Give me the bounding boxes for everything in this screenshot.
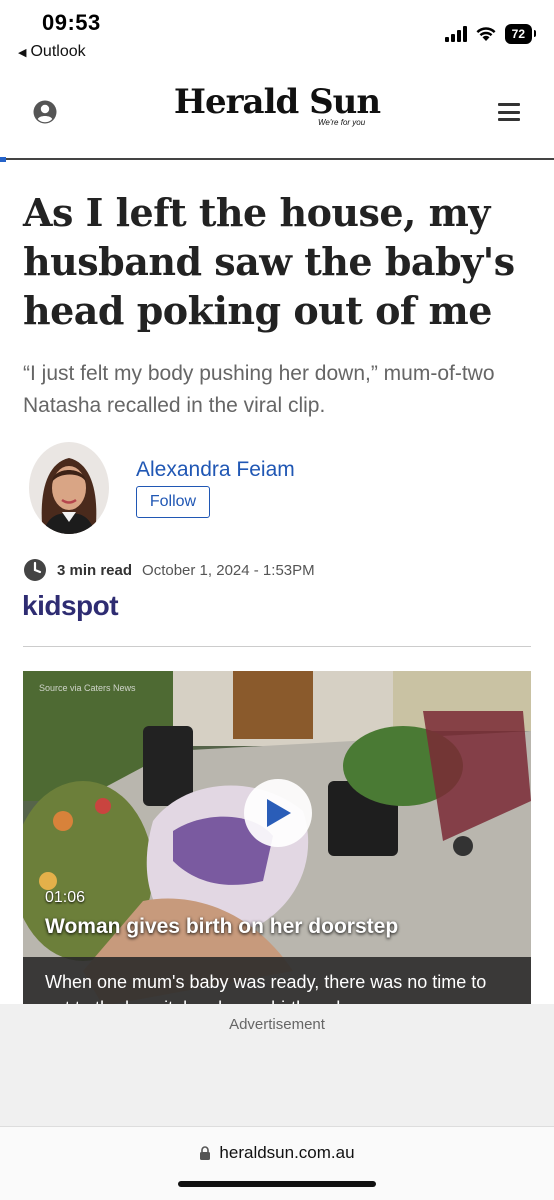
brand-tagline: We're for you <box>318 118 366 127</box>
video-caption: When one mum's baby was ready, there was… <box>23 957 531 1006</box>
read-time: 3 min read <box>57 561 133 579</box>
advertisement-label: Advertisement <box>229 1016 325 1033</box>
site-header: Herald Sun We're for you <box>0 70 554 160</box>
site-logo[interactable]: Herald Sun <box>0 82 554 122</box>
play-button[interactable] <box>244 779 312 847</box>
clock-icon <box>24 559 46 581</box>
battery-indicator: 72 <box>504 24 537 44</box>
advertisement-slot[interactable]: Advertisement <box>0 1004 554 1126</box>
status-icons: 72 <box>444 24 537 44</box>
lock-icon <box>200 1146 211 1160</box>
cellular-signal-icon <box>444 26 467 42</box>
reading-progress-fill <box>0 157 6 162</box>
back-arrow-icon: ◀ <box>18 46 27 59</box>
author-avatar[interactable] <box>29 442 109 534</box>
kidspot-logo[interactable]: kidspot <box>22 590 119 622</box>
article-headline: As I left the house, my husband saw the … <box>23 190 515 333</box>
url-display[interactable]: heraldsun.com.au <box>0 1143 554 1163</box>
divider <box>23 646 531 647</box>
reading-progress-bar <box>0 157 554 162</box>
publish-date: October 1, 2024 - 1:53PM <box>142 561 315 579</box>
video-source-credit: Source via Caters News <box>39 683 136 693</box>
video-title: Woman gives birth on her doorstep <box>45 915 399 938</box>
back-to-app-link[interactable]: ◀ Outlook <box>18 43 86 61</box>
author-name-link[interactable]: Alexandra Feiam <box>136 458 295 482</box>
browser-address-bar[interactable]: heraldsun.com.au <box>0 1126 554 1200</box>
menu-icon[interactable] <box>498 103 520 121</box>
home-indicator[interactable] <box>178 1181 376 1187</box>
article-standfirst: “I just felt my body pushing her down,” … <box>23 362 495 417</box>
status-time: 09:53 <box>42 10 101 35</box>
url-text: heraldsun.com.au <box>219 1143 355 1162</box>
wifi-icon <box>476 27 496 41</box>
video-player[interactable]: Source via Caters News 01:06 Woman gives… <box>23 671 531 1006</box>
article-meta: 3 min read October 1, 2024 - 1:53PM <box>23 558 315 582</box>
status-bar: 09:53 ◀ Outlook 72 <box>0 0 554 70</box>
video-duration: 01:06 <box>45 889 86 906</box>
follow-button[interactable]: Follow <box>136 486 210 518</box>
brand-name: Herald Sun <box>173 82 381 122</box>
play-icon <box>267 799 291 827</box>
back-app-label: Outlook <box>30 43 86 60</box>
